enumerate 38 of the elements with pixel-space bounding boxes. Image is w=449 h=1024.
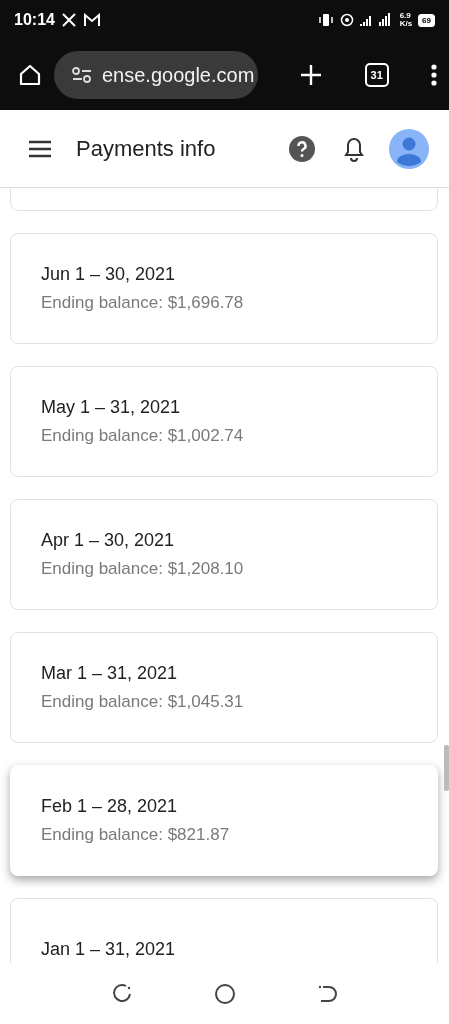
tab-switcher[interactable]: 31 [364,63,389,87]
home-button-icon[interactable] [213,982,236,1005]
address-bar[interactable]: ense.google.com [54,51,258,99]
scrollbar [444,745,449,791]
site-settings-icon[interactable] [72,67,92,83]
statement-card[interactable]: Feb 1 – 28, 2021 Ending balance: $821.87 [10,765,438,876]
ending-balance: Ending balance: $1,045.31 [41,692,245,712]
hotspot-icon [339,13,354,27]
statement-card[interactable]: May 1 – 31, 2021 Ending balance: $1,002.74 [10,366,438,477]
statement-card[interactable]: Jun 1 – 30, 2021 Ending balance: $1,696.78 [10,233,438,344]
home-icon[interactable] [18,63,42,87]
menu-dots-icon[interactable] [431,64,437,86]
plus-icon[interactable] [300,64,323,86]
statement-period: Apr 1 – 30, 2021 [41,530,176,551]
page-title: Payments info [76,135,217,162]
statement-card[interactable]: Apr 1 – 30, 2021 Ending balance: $1,208.10 [10,499,438,610]
network-speed: 6.9 K/s [399,12,413,28]
ending-balance: Ending balance: $1,208.10 [41,559,245,579]
vibrate-icon [317,13,334,27]
avatar-icon[interactable] [389,128,429,169]
statement-card[interactable]: Jan 1 – 31, 2021 [10,898,438,963]
ending-balance: Ending balance: $821.87 [41,825,231,845]
statement-period: Jan 1 – 31, 2021 [41,939,177,960]
battery-level: 69 [418,13,435,27]
statement-period: Feb 1 – 28, 2021 [41,796,179,817]
mail-icon [82,13,101,27]
bell-icon[interactable] [343,135,365,162]
statement-period: Mar 1 – 31, 2021 [41,663,179,684]
ending-balance: Ending balance: $1,002.74 [41,426,245,446]
statement-period: Jun 1 – 30, 2021 [41,264,177,285]
x-icon [60,12,77,28]
recents-icon[interactable] [110,982,133,1005]
statement-period: May 1 – 31, 2021 [41,397,182,418]
statement-card[interactable]: Mar 1 – 31, 2021 Ending balance: $1,045.31 [10,632,438,743]
help-icon[interactable] [289,135,315,162]
menu-icon[interactable] [28,139,52,158]
ending-balance: Ending balance: $1,696.78 [41,293,245,313]
status-time: 10:14 [14,11,55,29]
